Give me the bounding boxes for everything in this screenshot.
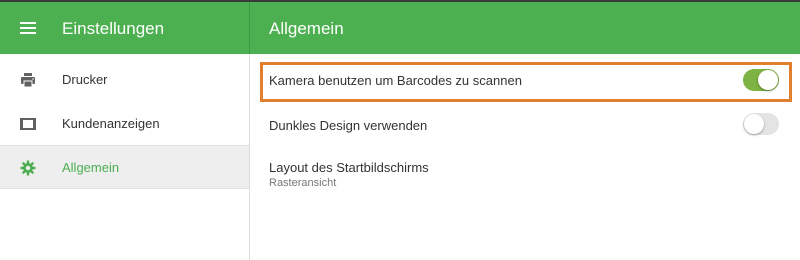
setting-label: Kamera benutzen um Barcodes zu scannen bbox=[269, 73, 522, 88]
gear-icon bbox=[20, 160, 36, 176]
page-title: Allgemein bbox=[269, 19, 344, 38]
sidebar-item-allgemein[interactable]: Allgemein bbox=[0, 145, 249, 189]
sidebar-item-label: Drucker bbox=[62, 72, 108, 87]
printer-icon bbox=[20, 72, 36, 88]
camera-barcode-toggle[interactable] bbox=[743, 69, 779, 91]
sidebar-item-kundenanzeigen[interactable]: Kundenanzeigen bbox=[0, 102, 249, 146]
app-bar: Einstellungen Allgemein bbox=[0, 2, 800, 54]
sidebar-item-drucker[interactable]: Drucker bbox=[0, 58, 249, 102]
hamburger-menu-icon[interactable] bbox=[20, 22, 36, 34]
setting-camera-barcode[interactable]: Kamera benutzen um Barcodes zu scannen bbox=[260, 64, 795, 98]
app-title: Einstellungen bbox=[62, 19, 165, 38]
setting-value: Rasteransicht bbox=[269, 177, 337, 189]
setting-label: Dunkles Design verwenden bbox=[269, 118, 428, 133]
settings-content: Kamera benutzen um Barcodes zu scannen D… bbox=[250, 54, 800, 260]
dark-design-toggle[interactable] bbox=[743, 113, 779, 135]
settings-sidebar: Drucker Kundenanzeigen Allgemein bbox=[0, 54, 250, 260]
setting-start-layout[interactable]: Layout des Startbildschirms Rasteransich… bbox=[260, 152, 795, 194]
setting-dark-design[interactable]: Dunkles Design verwenden bbox=[260, 110, 795, 140]
setting-label: Layout des Startbildschirms bbox=[269, 160, 429, 175]
sidebar-item-label: Allgemein bbox=[62, 160, 120, 175]
sidebar-item-label: Kundenanzeigen bbox=[62, 116, 160, 131]
display-icon bbox=[20, 116, 36, 132]
appbar-divider bbox=[249, 2, 250, 54]
